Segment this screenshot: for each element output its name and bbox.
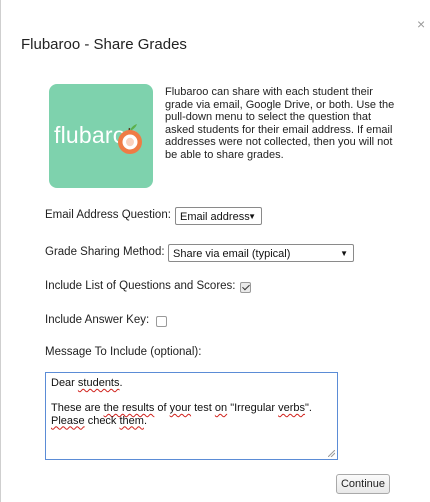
resize-handle-icon[interactable] bbox=[328, 450, 335, 457]
dropdown-arrow-icon: ▼ bbox=[248, 212, 256, 221]
message-line-3: Please check them. bbox=[51, 414, 148, 427]
message-line-2: These are the results of your test on "I… bbox=[51, 402, 312, 414]
flubaroo-logo: flubaroo bbox=[49, 84, 153, 188]
sharing-method-label: Grade Sharing Method: bbox=[45, 246, 165, 258]
intro-text: Flubaroo can share with each student the… bbox=[165, 86, 395, 161]
sharing-method-select[interactable]: Share via email (typical) ▼ bbox=[168, 244, 354, 262]
email-question-select[interactable]: Email address ▼ bbox=[175, 207, 262, 225]
apple-icon bbox=[118, 124, 142, 154]
dropdown-arrow-icon: ▼ bbox=[340, 249, 348, 258]
email-question-value: Email address bbox=[180, 211, 250, 223]
continue-button[interactable]: Continue bbox=[336, 474, 390, 494]
message-blank-line bbox=[51, 390, 332, 403]
email-question-label: Email Address Question: bbox=[45, 209, 171, 221]
include-list-checkbox[interactable] bbox=[240, 282, 251, 293]
dialog-title: Flubaroo - Share Grades bbox=[21, 36, 187, 53]
include-key-checkbox[interactable] bbox=[156, 316, 167, 327]
message-label: Message To Include (optional): bbox=[45, 346, 202, 358]
sharing-method-value: Share via email (typical) bbox=[173, 248, 291, 260]
close-icon[interactable]: × bbox=[417, 17, 429, 31]
message-textarea[interactable]: Dear students. These are the results of … bbox=[45, 372, 338, 460]
message-line-1: Dear students. bbox=[51, 377, 123, 389]
include-key-label: Include Answer Key: bbox=[45, 314, 150, 326]
share-grades-dialog: × Flubaroo - Share Grades flubaroo Fluba… bbox=[0, 0, 430, 502]
include-list-label: Include List of Questions and Scores: bbox=[45, 280, 236, 292]
